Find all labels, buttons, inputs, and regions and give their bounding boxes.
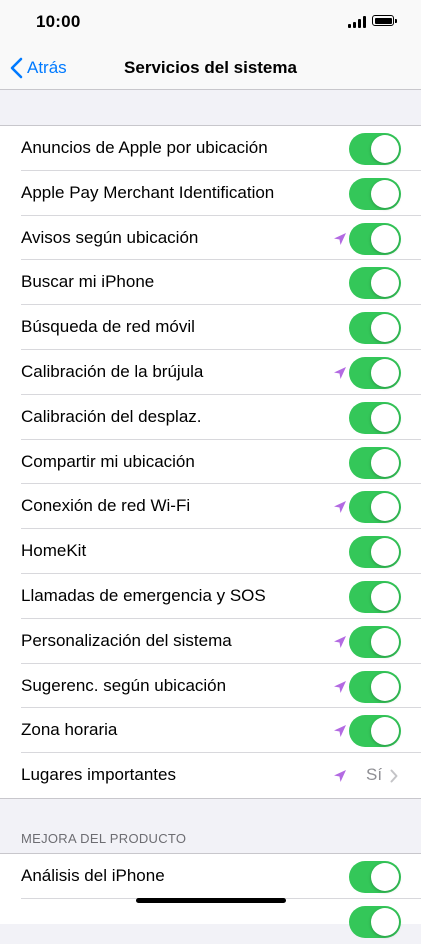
location-arrow-icon: [334, 501, 346, 514]
toggle-switch[interactable]: [349, 861, 401, 893]
product-improvement-list: Análisis del iPhone: [0, 853, 421, 938]
toggle-switch[interactable]: [349, 177, 401, 210]
toggle-switch[interactable]: [349, 670, 401, 703]
setting-label: Sugerenc. según ubicación: [21, 675, 227, 695]
setting-row: Zona horaria: [0, 708, 421, 754]
setting-label: Personalización del sistema: [21, 630, 232, 650]
toggle-switch[interactable]: [349, 222, 401, 255]
location-arrow-icon: [334, 725, 346, 738]
setting-label: Análisis del iPhone: [21, 866, 165, 885]
setting-label: Llamadas de emergencia y SOS: [21, 585, 266, 605]
location-arrow-icon: [334, 366, 346, 379]
toggle-switch[interactable]: [349, 401, 401, 434]
setting-row: Calibración del desplaz.: [0, 395, 421, 440]
section-header-product: MEJORA DEL PRODUCTO: [21, 831, 187, 846]
setting-row: Análisis del iPhone: [0, 854, 421, 899]
toggle-switch[interactable]: [349, 580, 401, 613]
battery-icon: [372, 15, 397, 26]
setting-label: Calibración del desplaz.: [21, 406, 202, 426]
system-services-list: Anuncios de Apple por ubicación Apple Pa…: [0, 125, 421, 799]
setting-row-partial: [0, 899, 421, 944]
toggle-switch[interactable]: [349, 446, 401, 479]
toggle-switch[interactable]: [349, 491, 401, 524]
location-arrow-icon: [334, 232, 346, 245]
toggle-switch[interactable]: [349, 312, 401, 345]
setting-row: Búsqueda de red móvil: [0, 305, 421, 350]
setting-label: Avisos según ubicación: [21, 227, 199, 247]
status-time: 10:00: [36, 12, 81, 31]
location-arrow-icon: [334, 635, 346, 648]
setting-label: Buscar mi iPhone: [21, 272, 155, 292]
setting-row: HomeKit: [0, 529, 421, 574]
setting-label: Compartir mi ubicación: [21, 451, 195, 471]
setting-row: Conexión de red Wi-Fi: [0, 484, 421, 530]
setting-label: Calibración de la brújula: [21, 361, 204, 381]
navigation-bar: Atrás Servicios del sistema: [0, 46, 421, 90]
setting-label: Búsqueda de red móvil: [21, 317, 195, 337]
page-title: Servicios del sistema: [124, 58, 297, 77]
toggle-switch[interactable]: [349, 356, 401, 389]
important-locations-label: Lugares importantes: [21, 765, 176, 785]
setting-label: HomeKit: [21, 541, 87, 561]
toggle-switch[interactable]: [349, 625, 401, 658]
toggle-switch[interactable]: [349, 267, 401, 300]
important-locations-row[interactable]: Lugares importantes Sí: [0, 753, 421, 798]
toggle-switch[interactable]: [349, 536, 401, 569]
setting-row: Llamadas de emergencia y SOS: [0, 574, 421, 619]
setting-label: Apple Pay Merchant Identification: [21, 182, 275, 202]
chevron-right-icon: [390, 769, 398, 783]
cellular-signal-icon: [348, 16, 368, 28]
setting-row: Avisos según ubicación: [0, 216, 421, 261]
setting-row: Personalización del sistema: [0, 619, 421, 664]
setting-row: Compartir mi ubicación: [0, 440, 421, 485]
toggle-switch[interactable]: [349, 715, 401, 748]
setting-label: Anuncios de Apple por ubicación: [21, 138, 268, 157]
important-locations-value: Sí: [366, 765, 383, 785]
setting-label: Zona horaria: [21, 720, 118, 740]
setting-row: Calibración de la brújula: [0, 350, 421, 395]
setting-row: Buscar mi iPhone: [0, 260, 421, 306]
location-arrow-icon: [334, 680, 346, 693]
setting-row: Apple Pay Merchant Identification: [0, 171, 421, 216]
setting-label: Conexión de red Wi-Fi: [21, 496, 191, 516]
toggle-switch[interactable]: [349, 133, 401, 165]
setting-row: Anuncios de Apple por ubicación: [0, 126, 421, 171]
location-arrow-icon: [334, 770, 346, 783]
status-bar: 10:00: [0, 0, 421, 46]
toggle-switch[interactable]: [349, 905, 401, 938]
home-indicator: [136, 898, 286, 903]
setting-row: Sugerenc. según ubicación: [0, 664, 421, 709]
